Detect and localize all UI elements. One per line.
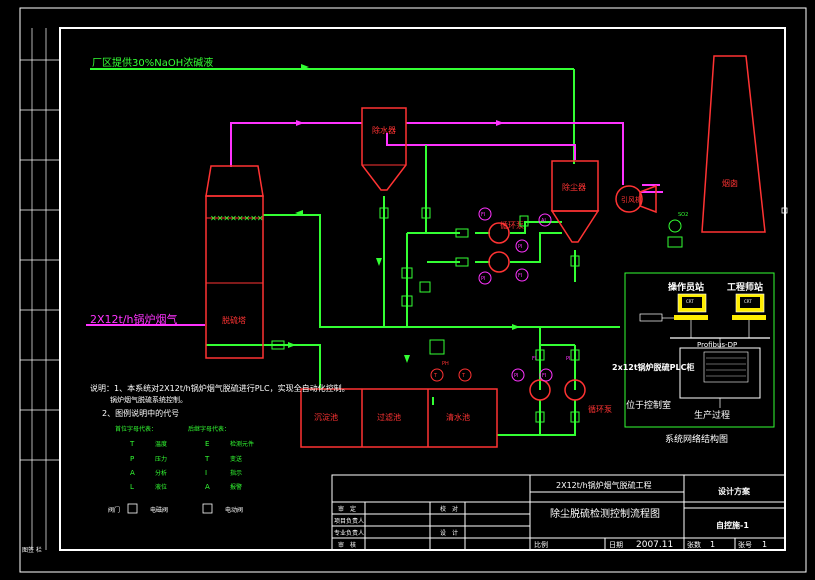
dewater-hopper[interactable] xyxy=(361,107,407,191)
svg-text:电磁阀: 电磁阀 xyxy=(150,506,168,514)
network-caption: 系统网络结构图 xyxy=(665,433,728,445)
boiler-input-label: 2X12t/h锅炉烟气 xyxy=(90,312,178,326)
hopper-label: 除水器 xyxy=(372,125,396,135)
svg-text:温度: 温度 xyxy=(155,440,167,448)
svg-text:分析: 分析 xyxy=(155,469,167,477)
operator-station-label: 操作员站 xyxy=(668,281,704,293)
svg-text:首位字母代表：: 首位字母代表： xyxy=(115,425,157,433)
tb-c1: 校 对 xyxy=(440,505,458,513)
svg-text:T: T xyxy=(129,440,135,448)
left-strip-label: 图签 栏 xyxy=(22,546,42,554)
tb-r3: 专业负责人 xyxy=(334,529,364,537)
svg-text:A: A xyxy=(205,483,210,491)
svg-text:检测元件: 检测元件 xyxy=(230,440,254,448)
svg-text:SO2: SO2 xyxy=(678,212,688,218)
tb-sheet-label: 张数 xyxy=(687,540,701,549)
svg-text:T: T xyxy=(461,373,466,379)
design-stage: 设计方案 xyxy=(718,486,751,496)
tank-2-label: 过滤池 xyxy=(377,412,401,422)
svg-text:PI: PI xyxy=(481,276,486,282)
circulation-pump-1[interactable] xyxy=(488,222,510,273)
tb-r1: 审 定 xyxy=(338,505,356,513)
tb-r4: 审 核 xyxy=(338,541,356,549)
svg-text:FI: FI xyxy=(481,212,485,218)
svg-text:锅炉烟气脱硫系统控制。: 锅炉烟气脱硫系统控制。 xyxy=(110,395,187,404)
control-room-label: 位于控制室 xyxy=(626,399,671,411)
plc-label: 2x12t锅炉脱硫PLC柜 xyxy=(612,362,695,372)
process-label: 生产过程 xyxy=(694,409,730,421)
tb-c2: 设 计 xyxy=(440,529,458,537)
svg-text:压力: 压力 xyxy=(155,455,167,463)
svg-text:T: T xyxy=(204,455,210,463)
cyclone-separator[interactable] xyxy=(550,160,600,243)
drawing-title: 除尘脱硫检测控制流程图 xyxy=(550,507,660,520)
svg-text:电动阀: 电动阀 xyxy=(225,506,243,514)
svg-text:指示: 指示 xyxy=(230,469,242,477)
svg-text:AI: AI xyxy=(541,218,546,224)
flue-gas-pipes xyxy=(86,122,663,326)
tb-date: 2007.11 xyxy=(636,540,673,550)
tb-date-label: 日期 xyxy=(609,541,623,549)
fan-label: 引风机 xyxy=(621,195,642,204)
svg-text:FI: FI xyxy=(542,373,546,379)
svg-text:液位: 液位 xyxy=(155,483,167,491)
tb-scale-label: 比例 xyxy=(534,540,548,549)
engineer-station-label: 工程师站 xyxy=(727,281,763,293)
notes: 说明：1、本系统对2X12t/h锅炉烟气脱硫进行PLC，实现全自动化控制。 锅炉… xyxy=(90,383,350,514)
svg-text:PI: PI xyxy=(566,356,571,362)
svg-text:变送: 变送 xyxy=(230,455,242,463)
circulation-pump-2[interactable] xyxy=(529,379,586,401)
chimney[interactable] xyxy=(701,55,766,233)
svg-text:T: T xyxy=(433,373,438,379)
tb-page-label: 张号 xyxy=(738,540,752,549)
diagram-canvas: 图签 栏 厂区提供30%NaOH浓碱液 2X12t/h锅炉烟气 ✕✕✕✕✕✕✕✕… xyxy=(19,7,807,573)
tb-page: 1 xyxy=(762,540,767,549)
tank-1-label: 沉淀池 xyxy=(314,412,338,422)
svg-text:FI: FI xyxy=(518,273,522,279)
tower-label: 脱硫塔 xyxy=(222,315,246,325)
tb-r2: 项目负责人 xyxy=(334,517,364,525)
svg-text:✕✕✕✕✕✕✕✕: ✕✕✕✕✕✕✕✕ xyxy=(210,214,264,223)
pump-bottom-label: 循环泵 xyxy=(588,404,612,414)
chimney-label: 烟囱 xyxy=(722,178,738,188)
svg-text:PI: PI xyxy=(514,373,519,379)
svg-text:2、图例说明中的代号: 2、图例说明中的代号 xyxy=(102,408,179,418)
svg-text:阀门: 阀门 xyxy=(108,506,120,514)
svg-text:I: I xyxy=(205,469,207,477)
svg-text:PH: PH xyxy=(442,361,449,367)
instrument-tags: FI AI PI PI FI SO2 T T PH PI FI PI FI xyxy=(433,212,688,379)
tb-sheet: 1 xyxy=(710,540,715,549)
naoh-label: 厂区提供30%NaOH浓碱液 xyxy=(92,56,213,69)
svg-text:E: E xyxy=(205,440,209,448)
svg-text:P: P xyxy=(130,455,134,463)
drawing-no: 自控施-1 xyxy=(716,520,749,530)
cyclone-label: 除尘器 xyxy=(562,182,586,192)
svg-text:FI: FI xyxy=(532,356,536,362)
svg-text:后继字母代表：: 后继字母代表： xyxy=(188,425,230,433)
svg-text:报警: 报警 xyxy=(230,483,242,491)
svg-text:A: A xyxy=(130,469,135,477)
svg-text:L: L xyxy=(130,483,134,491)
bus-label: Profibus-DP xyxy=(697,341,737,349)
svg-text:PI: PI xyxy=(518,244,523,250)
tank-3-label: 清水池 xyxy=(446,412,470,422)
crt-2: CRT xyxy=(744,299,752,304)
svg-text:说明：1、本系统对2X12t/h锅炉烟气脱硫进行PLC，实现: 说明：1、本系统对2X12t/h锅炉烟气脱硫进行PLC，实现全自动化控制。 xyxy=(90,383,350,393)
left-strip xyxy=(20,28,60,550)
project-title: 2X12t/h锅炉烟气脱硫工程 xyxy=(556,480,652,490)
crt-1: CRT xyxy=(686,299,694,304)
desulfurization-tower[interactable]: ✕✕✕✕✕✕✕✕ xyxy=(205,165,264,359)
